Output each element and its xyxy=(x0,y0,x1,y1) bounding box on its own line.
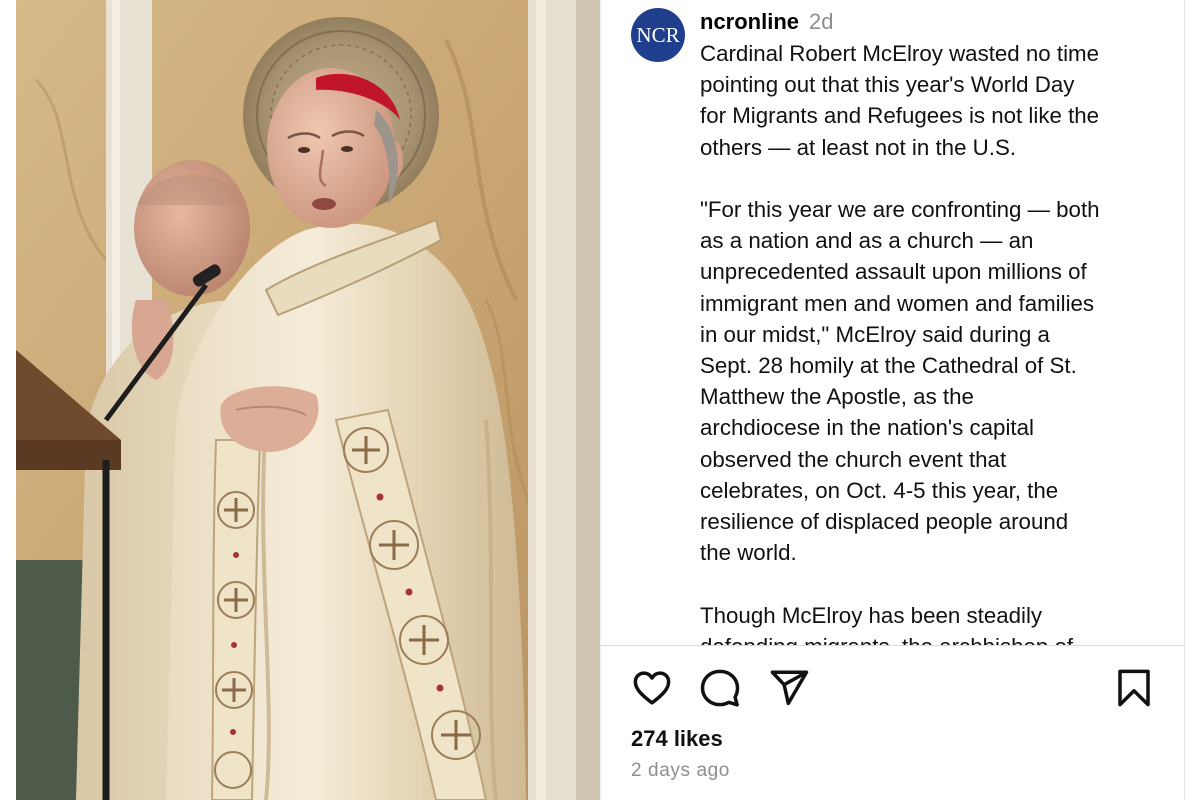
caption-line: Matthew the Apostle, as the xyxy=(700,384,974,410)
post-header: ncronline 2d xyxy=(700,9,834,37)
caption-line: celebrates, on Oct. 4-5 this year, the xyxy=(700,477,1059,503)
caption-paragraph-2: "For this year we are confronting — both… xyxy=(700,194,1170,568)
caption-paragraph-3: Though McElroy has been steadily defendi… xyxy=(700,600,1170,645)
caption-line: the world. xyxy=(700,540,797,566)
comment-icon xyxy=(700,669,740,707)
caption-line: in our midst," McElroy said during a xyxy=(700,321,1050,347)
caption-line: observed the church event that xyxy=(700,446,1007,472)
left-margin xyxy=(0,0,16,800)
like-button[interactable] xyxy=(630,666,674,710)
likes-count[interactable]: 274 likes xyxy=(631,726,723,752)
heart-icon xyxy=(633,671,671,705)
bookmark-icon xyxy=(1118,669,1150,707)
caption-line: "For this year we are confronting — both xyxy=(700,197,1100,222)
send-icon xyxy=(770,670,809,706)
post-caption: Cardinal Robert McElroy wasted no time p… xyxy=(700,38,1170,645)
post-details-panel: NCR ncronline 2d Cardinal Robert McElroy… xyxy=(600,0,1185,800)
post-viewer: NCR ncronline 2d Cardinal Robert McElroy… xyxy=(0,0,1200,800)
account-avatar[interactable]: NCR xyxy=(631,8,685,62)
caption-line: for Migrants and Refugees is not like th… xyxy=(700,103,1100,129)
account-username[interactable]: ncronline xyxy=(700,9,799,35)
right-margin xyxy=(1184,0,1200,800)
caption-line: others — at least not in the U.S. xyxy=(700,134,1017,160)
caption-line: pointing out that this year's World Day xyxy=(700,72,1075,98)
avatar-logo-text: NCR xyxy=(636,22,680,47)
caption-line: Sept. 28 homily at the Cathedral of St. xyxy=(700,353,1077,379)
post-photo[interactable] xyxy=(16,0,600,800)
caption-scroll-area[interactable]: NCR ncronline 2d Cardinal Robert McElroy… xyxy=(601,0,1185,645)
posted-time[interactable]: 2 days ago xyxy=(631,760,730,782)
share-button[interactable] xyxy=(767,666,811,710)
caption-line: archdiocese in the nation's capital xyxy=(700,415,1034,441)
caption-paragraph-1: Cardinal Robert McElroy wasted no time p… xyxy=(700,38,1170,163)
caption-line: as a nation and as a church — an xyxy=(700,228,1034,254)
photo-illustration xyxy=(16,0,600,800)
caption-line: Cardinal Robert McElroy wasted no time xyxy=(700,41,1100,66)
caption-line: resilience of displaced people around xyxy=(700,509,1069,535)
caption-line: unprecedented assault upon millions of xyxy=(700,259,1087,285)
caption-line: Though McElroy has been steadily xyxy=(700,602,1043,628)
comment-button[interactable] xyxy=(698,666,742,710)
caption-line: defending migrants, the archbishop of xyxy=(700,631,1170,645)
post-time-ago[interactable]: 2d xyxy=(809,9,833,35)
actions-divider xyxy=(601,645,1185,646)
post-actions-bar xyxy=(601,660,1185,716)
caption-line: immigrant men and women and families xyxy=(700,290,1095,316)
save-button[interactable] xyxy=(1112,666,1156,710)
